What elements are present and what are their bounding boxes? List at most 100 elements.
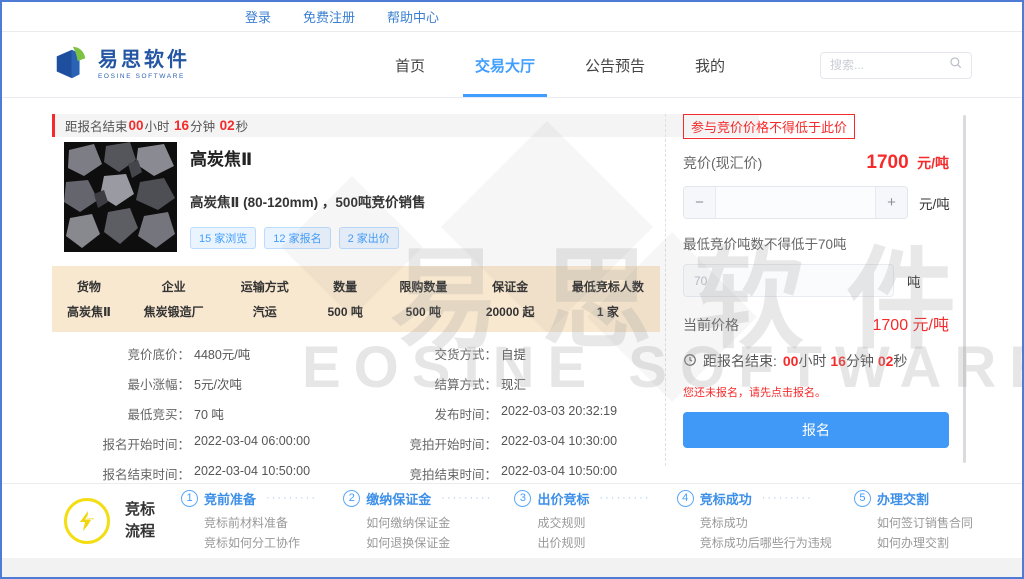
min-tonnage-hint: 最低竞价吨数不得低于70吨 [683,233,965,253]
panel-countdown: 距报名结束: 00小时 16分钟 02秒 [683,351,965,371]
stepper-decrease-button[interactable]: − [684,187,716,218]
signups-badge[interactable]: 12 家报名 [264,227,330,249]
process-step-5: 5 办理交割 如何签订销售合同 如何办理交割 [854,489,994,554]
step-dots: ········· [441,492,492,504]
bid-panel: 参与竞价价格不得低于此价 竞价(现汇价) 1700 元/吨 − + 元/吨 最低… [665,114,965,466]
search-box[interactable] [820,52,972,79]
panel-countdown-minutes: 16 [830,353,846,369]
page: 登录 免费注册 帮助中心 易思软件 EOSINE SOFTWARE 首页 交易大… [0,0,1024,579]
scrollbar[interactable] [963,115,966,463]
process-step-3: 3 出价竞标 ········· 成交规则 出价规则 [514,489,654,554]
step-link[interactable]: 如何办理交割 [877,534,994,554]
min-price-notice: 参与竞价价格不得低于此价 [683,114,855,139]
step-dots: ········· [266,492,317,504]
bid-price-value: 1700 [866,152,908,173]
product-title: 高炭焦Ⅱ [190,145,425,170]
step-link[interactable]: 竞标成功 [700,514,832,534]
stepper-unit-label: 元/吨 [919,193,950,213]
step-link[interactable]: 成交规则 [537,514,654,534]
price-stepper: − + [683,186,908,219]
detail-signup-start: 报名开始时间： 2022-03-04 06:00:00 [52,434,372,453]
countdown-seconds: 02 [219,118,236,133]
step-title[interactable]: 缴纳保证金 [366,489,431,508]
brand-subtitle: EOSINE SOFTWARE [98,73,190,80]
step-link[interactable]: 竞标前材料准备 [204,514,321,534]
step-dots: ········· [762,492,813,504]
summary-goods: 货物 高炭焦Ⅱ [52,278,126,320]
detail-min-purchase: 最低竞买： 70 吨 [52,404,372,423]
auction-summary-strip: 货物 高炭焦Ⅱ 企业 焦炭锻造厂 运输方式 汽运 数量 500 吨 限购数量 5… [52,266,660,332]
main-content: 距报名结束 00 小时 16 分钟 02 秒 [2,97,1022,483]
lightning-icon [64,498,110,544]
search-input[interactable] [830,58,949,72]
brand-logo[interactable]: 易思软件 EOSINE SOFTWARE [52,33,190,97]
detail-delivery-method: 交货方式： 自提 [372,344,664,363]
header: 易思软件 EOSINE SOFTWARE 首页 交易大厅 公告预告 我的 [2,33,1022,97]
bid-price-label: 竞价(现汇价) [683,153,762,173]
countdown-minutes: 16 [173,118,190,133]
current-price-label: 当前价格 [683,315,739,335]
step-number-badge: 1 [181,490,198,507]
current-price-row: 当前价格 1700 元/吨 [683,311,949,335]
process-steps: 1 竞前准备 ········· 竞标前材料准备 竞标如何分工协作 2 缴纳保证… [181,489,994,554]
signup-button[interactable]: 报名 [683,412,949,448]
step-title[interactable]: 办理交割 [877,489,929,508]
summary-deposit: 保证金 20000 起 [465,278,556,320]
countdown-hours: 00 [128,118,145,133]
step-link[interactable]: 如何退换保证金 [366,534,492,554]
tonnage-input-row: 吨 [683,264,965,297]
bid-price-row: 竞价(现汇价) 1700 元/吨 [683,152,949,174]
bidders-badge[interactable]: 2 家出价 [339,227,399,249]
process-title: 竞标 流程 [125,499,155,543]
tonnage-input[interactable] [683,264,894,297]
details-right-column: 交货方式： 自提 结算方式： 现汇 发布时间： 2022-03-03 20:32… [372,344,664,483]
step-number-badge: 3 [514,490,531,507]
detail-auction-end: 竞拍结束时间： 2022-03-04 10:50:00 [372,464,664,483]
step-link[interactable]: 如何签订销售合同 [877,514,994,534]
footer-strip [2,558,1022,579]
detail-floor-price: 竞价底价： 4480元/吨 [52,344,372,363]
product-stats: 15 家浏览 12 家报名 2 家出价 [190,227,425,249]
clock-icon [683,353,697,370]
brand-name: 易思软件 [98,50,190,71]
step-number-badge: 5 [854,490,871,507]
brand-logo-icon [52,44,90,87]
step-dots: ········· [599,492,650,504]
product-info: 高炭焦Ⅱ 高炭焦Ⅱ (80-120mm) ，500吨竞价销售 15 家浏览 12… [190,145,425,249]
views-badge[interactable]: 15 家浏览 [190,227,256,249]
help-center-link[interactable]: 帮助中心 [387,7,439,26]
summary-min-bidders: 最低竞标人数 1 家 [556,278,660,320]
nav-announcements[interactable]: 公告预告 [585,33,645,97]
product-description: 高炭焦Ⅱ (80-120mm) ，500吨竞价销售 [190,191,425,211]
current-price-value: 1700 元/吨 [873,311,950,335]
detail-publish-time: 发布时间： 2022-03-03 20:32:19 [372,404,664,423]
nav-home[interactable]: 首页 [395,33,425,97]
search-icon[interactable] [949,56,962,74]
step-title[interactable]: 竞标成功 [700,489,752,508]
panel-countdown-hours: 00 [783,353,799,369]
bid-price-input[interactable] [716,187,875,218]
step-number-badge: 2 [343,490,360,507]
stepper-increase-button[interactable]: + [875,187,907,218]
detail-settlement-method: 结算方式： 现汇 [372,374,664,393]
register-link[interactable]: 免费注册 [303,7,355,26]
details-left-column: 竞价底价： 4480元/吨 最小涨幅： 5元/次吨 最低竞买： 70 吨 报名开… [52,344,372,483]
step-link[interactable]: 竞标如何分工协作 [204,534,321,554]
step-link[interactable]: 出价规则 [537,534,654,554]
step-title[interactable]: 竞前准备 [204,489,256,508]
step-number-badge: 4 [677,490,694,507]
tonnage-unit-label: 吨 [907,271,921,291]
login-link[interactable]: 登录 [245,7,271,26]
product-image [64,142,177,252]
step-link[interactable]: 如何缴纳保证金 [366,514,492,534]
summary-purchase-limit: 限购数量 500 吨 [382,278,465,320]
summary-enterprise: 企业 焦炭锻造厂 [126,278,222,320]
step-title[interactable]: 出价竞标 [537,489,589,508]
step-link[interactable]: 竞标成功后哪些行为违规 [700,534,832,554]
nav-trading-hall[interactable]: 交易大厅 [475,33,535,97]
not-signed-up-warning: 您还未报名，请先点击报名。 [683,384,965,400]
detail-auction-start: 竞拍开始时间： 2022-03-04 10:30:00 [372,434,664,453]
topbar: 登录 免费注册 帮助中心 [2,2,1022,32]
nav-mine[interactable]: 我的 [695,33,725,97]
summary-transport: 运输方式 汽运 [221,278,308,320]
